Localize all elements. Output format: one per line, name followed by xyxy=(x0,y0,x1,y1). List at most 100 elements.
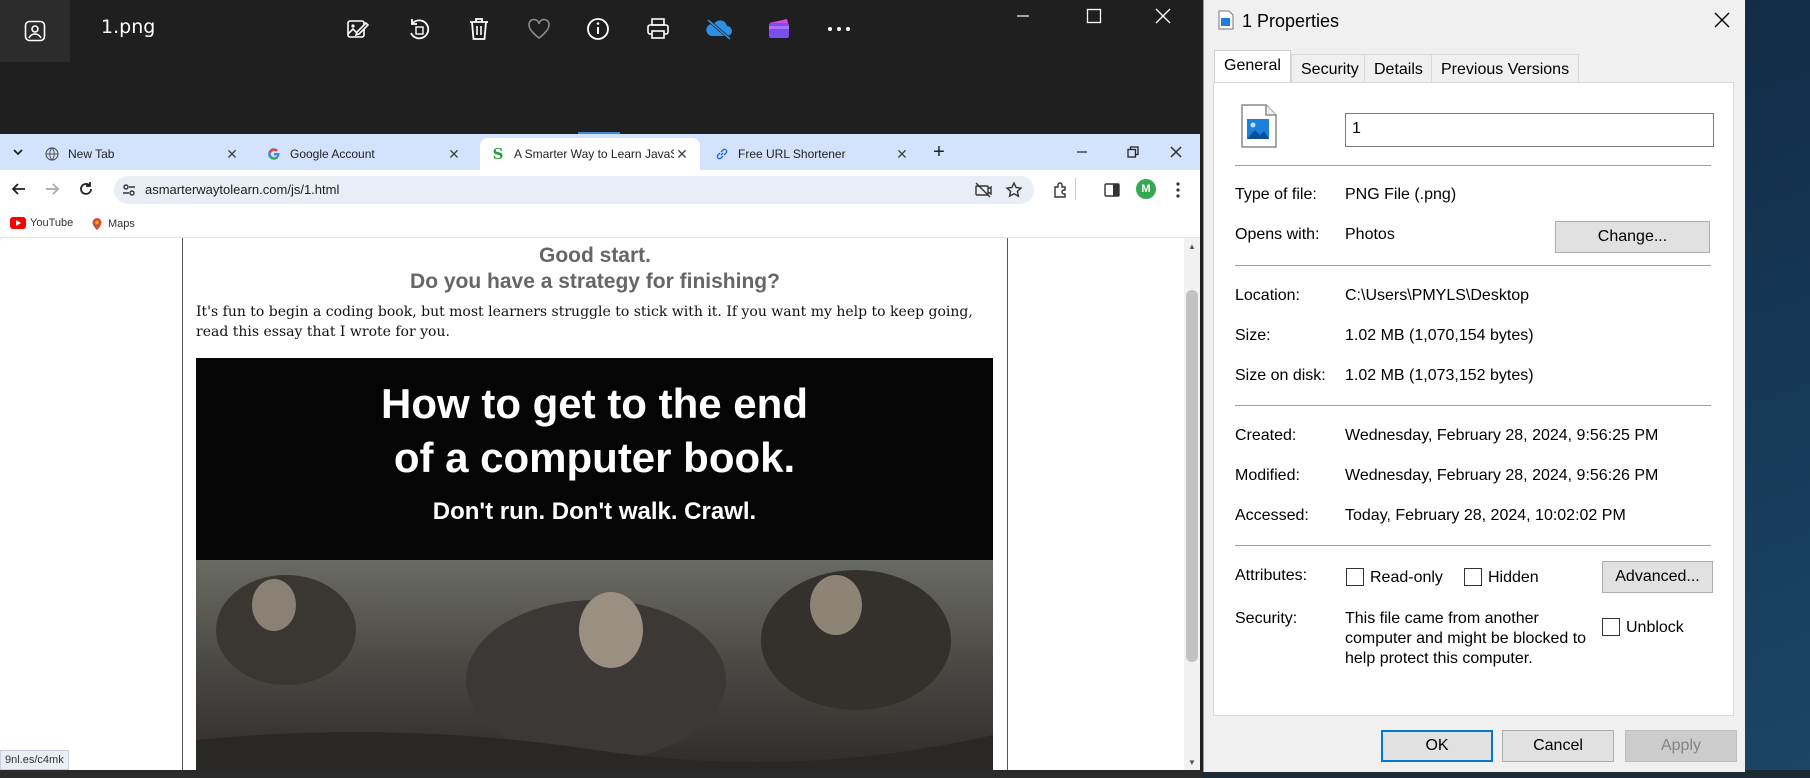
divider xyxy=(1235,405,1711,406)
tab-close-icon[interactable]: ✕ xyxy=(674,146,690,163)
tab-details[interactable]: Details xyxy=(1364,54,1433,82)
status-bubble: 9nl.es/c4mk xyxy=(0,750,69,770)
essay-banner-image[interactable]: How to get to the end of a computer book… xyxy=(196,358,993,770)
print-button[interactable] xyxy=(641,12,675,46)
favorite-button[interactable] xyxy=(522,12,556,46)
delete-button[interactable] xyxy=(462,12,496,46)
mud-crawl-photo xyxy=(196,560,993,770)
tab-search-button[interactable] xyxy=(8,142,28,162)
cancel-button[interactable]: Cancel xyxy=(1502,730,1614,762)
profile-avatar[interactable]: M xyxy=(1136,179,1156,199)
info-icon xyxy=(587,18,609,40)
arrow-right-icon xyxy=(46,183,60,195)
close-icon xyxy=(1170,146,1182,158)
photos-close-button[interactable] xyxy=(1133,0,1193,32)
scroll-down-arrow[interactable]: ▼ xyxy=(1188,758,1196,767)
tab-close-icon[interactable]: ✕ xyxy=(446,146,462,163)
photos-window: 1.png New Tab ✕ Google Account ✕ S A Sma… xyxy=(0,0,1203,778)
heart-icon xyxy=(528,18,550,39)
file-name-field[interactable]: 1 xyxy=(1345,113,1714,147)
scroll-up-arrow[interactable]: ▲ xyxy=(1188,242,1196,251)
site-info-icon[interactable] xyxy=(121,182,137,198)
more-options-button[interactable] xyxy=(822,12,856,46)
opens-with-label: Opens with: xyxy=(1235,226,1320,243)
browser-menu-icon[interactable] xyxy=(1170,181,1186,199)
clipchamp-button[interactable] xyxy=(762,12,796,46)
hidden-checkbox[interactable] xyxy=(1464,568,1482,586)
tab-close-icon[interactable]: ✕ xyxy=(224,146,240,163)
tab-previous-versions[interactable]: Previous Versions xyxy=(1431,54,1580,82)
screen: 1.png New Tab ✕ Google Account ✕ S A Sma… xyxy=(0,0,1810,778)
security-label: Security: xyxy=(1235,610,1298,627)
dialog-close-button[interactable] xyxy=(1700,2,1744,38)
large-png-file-icon xyxy=(1239,103,1279,149)
photos-maximize-button[interactable] xyxy=(1064,0,1124,32)
bookmark-label: YouTube xyxy=(30,217,74,229)
scrollbar-thumb[interactable] xyxy=(1186,290,1198,662)
extensions-icon[interactable] xyxy=(1052,181,1070,199)
browser-tab-google-account[interactable]: Google Account ✕ xyxy=(256,138,472,170)
tab-security[interactable]: Security xyxy=(1291,54,1369,82)
modified-value: Wednesday, February 28, 2024, 9:56:26 PM xyxy=(1345,467,1659,484)
browser-tab-smarter-way[interactable]: S A Smarter Way to Learn JavaScri ✕ xyxy=(480,138,700,170)
advanced-button[interactable]: Advanced... xyxy=(1602,561,1713,593)
banner-title-line2: of a computer book. xyxy=(393,434,796,481)
security-message-line2: computer and might be blocked to xyxy=(1345,630,1587,647)
bookmark-youtube[interactable]: YouTube xyxy=(10,217,73,229)
maximize-icon xyxy=(1086,8,1102,24)
divider xyxy=(1235,545,1711,546)
readonly-label: Read-only xyxy=(1370,569,1443,586)
change-button[interactable]: Change... xyxy=(1555,221,1710,253)
bookmark-star-icon[interactable] xyxy=(1005,181,1023,199)
file-info-button[interactable] xyxy=(581,12,615,46)
rotate-button[interactable] xyxy=(402,12,436,46)
browser-tab-url-shortener[interactable]: Free URL Shortener ✕ xyxy=(704,138,920,170)
more-icon xyxy=(828,27,850,31)
edit-image-button[interactable] xyxy=(341,12,375,46)
side-panel-icon[interactable] xyxy=(1103,181,1121,199)
tab-title: Free URL Shortener xyxy=(738,147,846,161)
bookmark-maps[interactable]: Maps xyxy=(90,217,135,231)
minimize-icon xyxy=(1017,15,1029,17)
page-column-border xyxy=(1007,238,1008,770)
tab-close-icon[interactable]: ✕ xyxy=(894,146,910,163)
size-value: 1.02 MB (1,070,154 bytes) xyxy=(1345,327,1534,344)
ok-button[interactable]: OK xyxy=(1381,730,1493,762)
chevron-down-icon xyxy=(13,149,23,156)
accessed-label: Accessed: xyxy=(1235,507,1309,524)
browser-minimize-button[interactable] xyxy=(1072,142,1092,162)
dialog-title: 1 Properties xyxy=(1242,11,1340,31)
photos-bottom-strip xyxy=(0,770,1203,778)
reload-button[interactable] xyxy=(77,180,95,198)
security-message-line1: This file came from another xyxy=(1345,610,1539,627)
browser-tab-new-tab[interactable]: New Tab ✕ xyxy=(34,138,250,170)
tab-general[interactable]: General xyxy=(1214,50,1291,83)
location-value: C:\Users\PMYLS\Desktop xyxy=(1345,287,1530,304)
back-button[interactable] xyxy=(10,180,28,198)
readonly-checkbox[interactable] xyxy=(1346,568,1364,586)
onedrive-button[interactable] xyxy=(702,12,736,46)
security-message-line3: help protect this computer. xyxy=(1345,650,1533,667)
photos-minimize-button[interactable] xyxy=(993,0,1053,32)
browser-restore-button[interactable] xyxy=(1123,142,1143,162)
type-of-file-label: Type of file: xyxy=(1235,186,1317,203)
banner-tagline: Don't run. Don't walk. Crawl. xyxy=(432,498,757,525)
apply-button[interactable]: Apply xyxy=(1625,730,1737,762)
arrow-left-icon xyxy=(11,183,25,195)
browser-screenshot: New Tab ✕ Google Account ✕ S A Smarter W… xyxy=(0,134,1200,770)
crawling-people-illustration xyxy=(196,570,993,770)
browser-close-button[interactable] xyxy=(1166,142,1186,162)
png-file-icon xyxy=(1217,10,1235,30)
unblock-label: Unblock xyxy=(1626,619,1684,636)
camera-blocked-icon[interactable] xyxy=(974,181,992,199)
forward-button[interactable] xyxy=(43,180,61,198)
unblock-checkbox[interactable] xyxy=(1602,618,1620,636)
divider xyxy=(1235,265,1711,266)
printer-icon xyxy=(647,18,669,39)
size-on-disk-value: 1.02 MB (1,073,152 bytes) xyxy=(1345,367,1534,384)
new-tab-button[interactable]: + xyxy=(928,141,950,163)
tab-title: A Smarter Way to Learn JavaScri xyxy=(514,147,674,161)
cloud-off-icon xyxy=(706,18,732,41)
opens-with-value: Photos xyxy=(1345,226,1395,243)
photos-app-icon[interactable] xyxy=(0,0,70,62)
